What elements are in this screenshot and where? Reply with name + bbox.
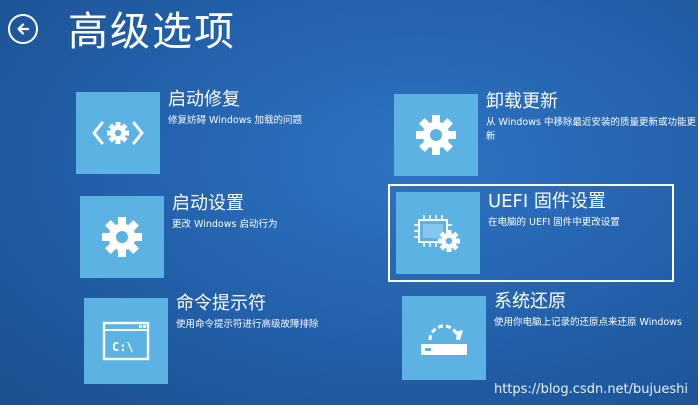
option-tile bbox=[76, 92, 160, 174]
option-description: 从 Windows 中移除最近安装的质量更新或功能更新 bbox=[486, 117, 696, 142]
option-description: 在电脑的 UEFI 固件中更改设置 bbox=[488, 217, 620, 228]
option-text: 命令提示符 使用命令提示符进行高级故障排除 bbox=[176, 292, 386, 332]
option-text: UEFI 固件设置 在电脑的 UEFI 固件中更改设置 bbox=[488, 190, 698, 230]
gear-icon bbox=[416, 115, 456, 155]
option-title: UEFI 固件设置 bbox=[488, 191, 606, 212]
option-description: 修复妨碍 Windows 加载的问题 bbox=[168, 115, 302, 126]
chip-gear-icon bbox=[414, 215, 460, 252]
back-button[interactable] bbox=[8, 14, 38, 44]
watermark-url: https://blog.csdn.net/bujueshi bbox=[493, 382, 688, 397]
cmd-prompt-text: C:\ bbox=[112, 340, 134, 354]
option-title: 系统还原 bbox=[494, 291, 566, 312]
option-description: 使用你电脑上记录的还原点来还原 Windows bbox=[494, 317, 682, 328]
option-title: 命令提示符 bbox=[176, 293, 266, 314]
option-description: 更改 Windows 启动行为 bbox=[172, 219, 278, 230]
option-tile bbox=[80, 196, 164, 278]
option-title: 启动设置 bbox=[172, 193, 244, 214]
option-uefi-firmware-settings[interactable]: UEFI 固件设置 在电脑的 UEFI 固件中更改设置 bbox=[388, 184, 674, 282]
option-tile bbox=[394, 94, 478, 176]
back-arrow-icon bbox=[17, 23, 30, 35]
option-text: 启动修复 修复妨碍 Windows 加载的问题 bbox=[168, 88, 378, 128]
option-description: 使用命令提示符进行高级故障排除 bbox=[176, 319, 319, 330]
option-title: 启动修复 bbox=[168, 89, 240, 110]
page-title: 高级选项 bbox=[68, 9, 236, 55]
system-restore-icon bbox=[421, 324, 467, 355]
option-text: 系统还原 使用你电脑上记录的还原点来还原 Windows bbox=[494, 290, 698, 330]
option-text: 启动设置 更改 Windows 启动行为 bbox=[172, 192, 382, 232]
option-title: 卸载更新 bbox=[486, 91, 558, 112]
option-tile bbox=[402, 296, 486, 380]
command-prompt-icon: C:\ bbox=[102, 321, 150, 361]
option-text: 卸载更新 从 Windows 中移除最近安装的质量更新或功能更新 bbox=[486, 90, 696, 144]
option-tile: C:\ bbox=[84, 298, 168, 384]
wrench-gear-icon bbox=[92, 121, 144, 145]
gear-icon bbox=[102, 217, 142, 257]
option-tile bbox=[396, 192, 480, 274]
